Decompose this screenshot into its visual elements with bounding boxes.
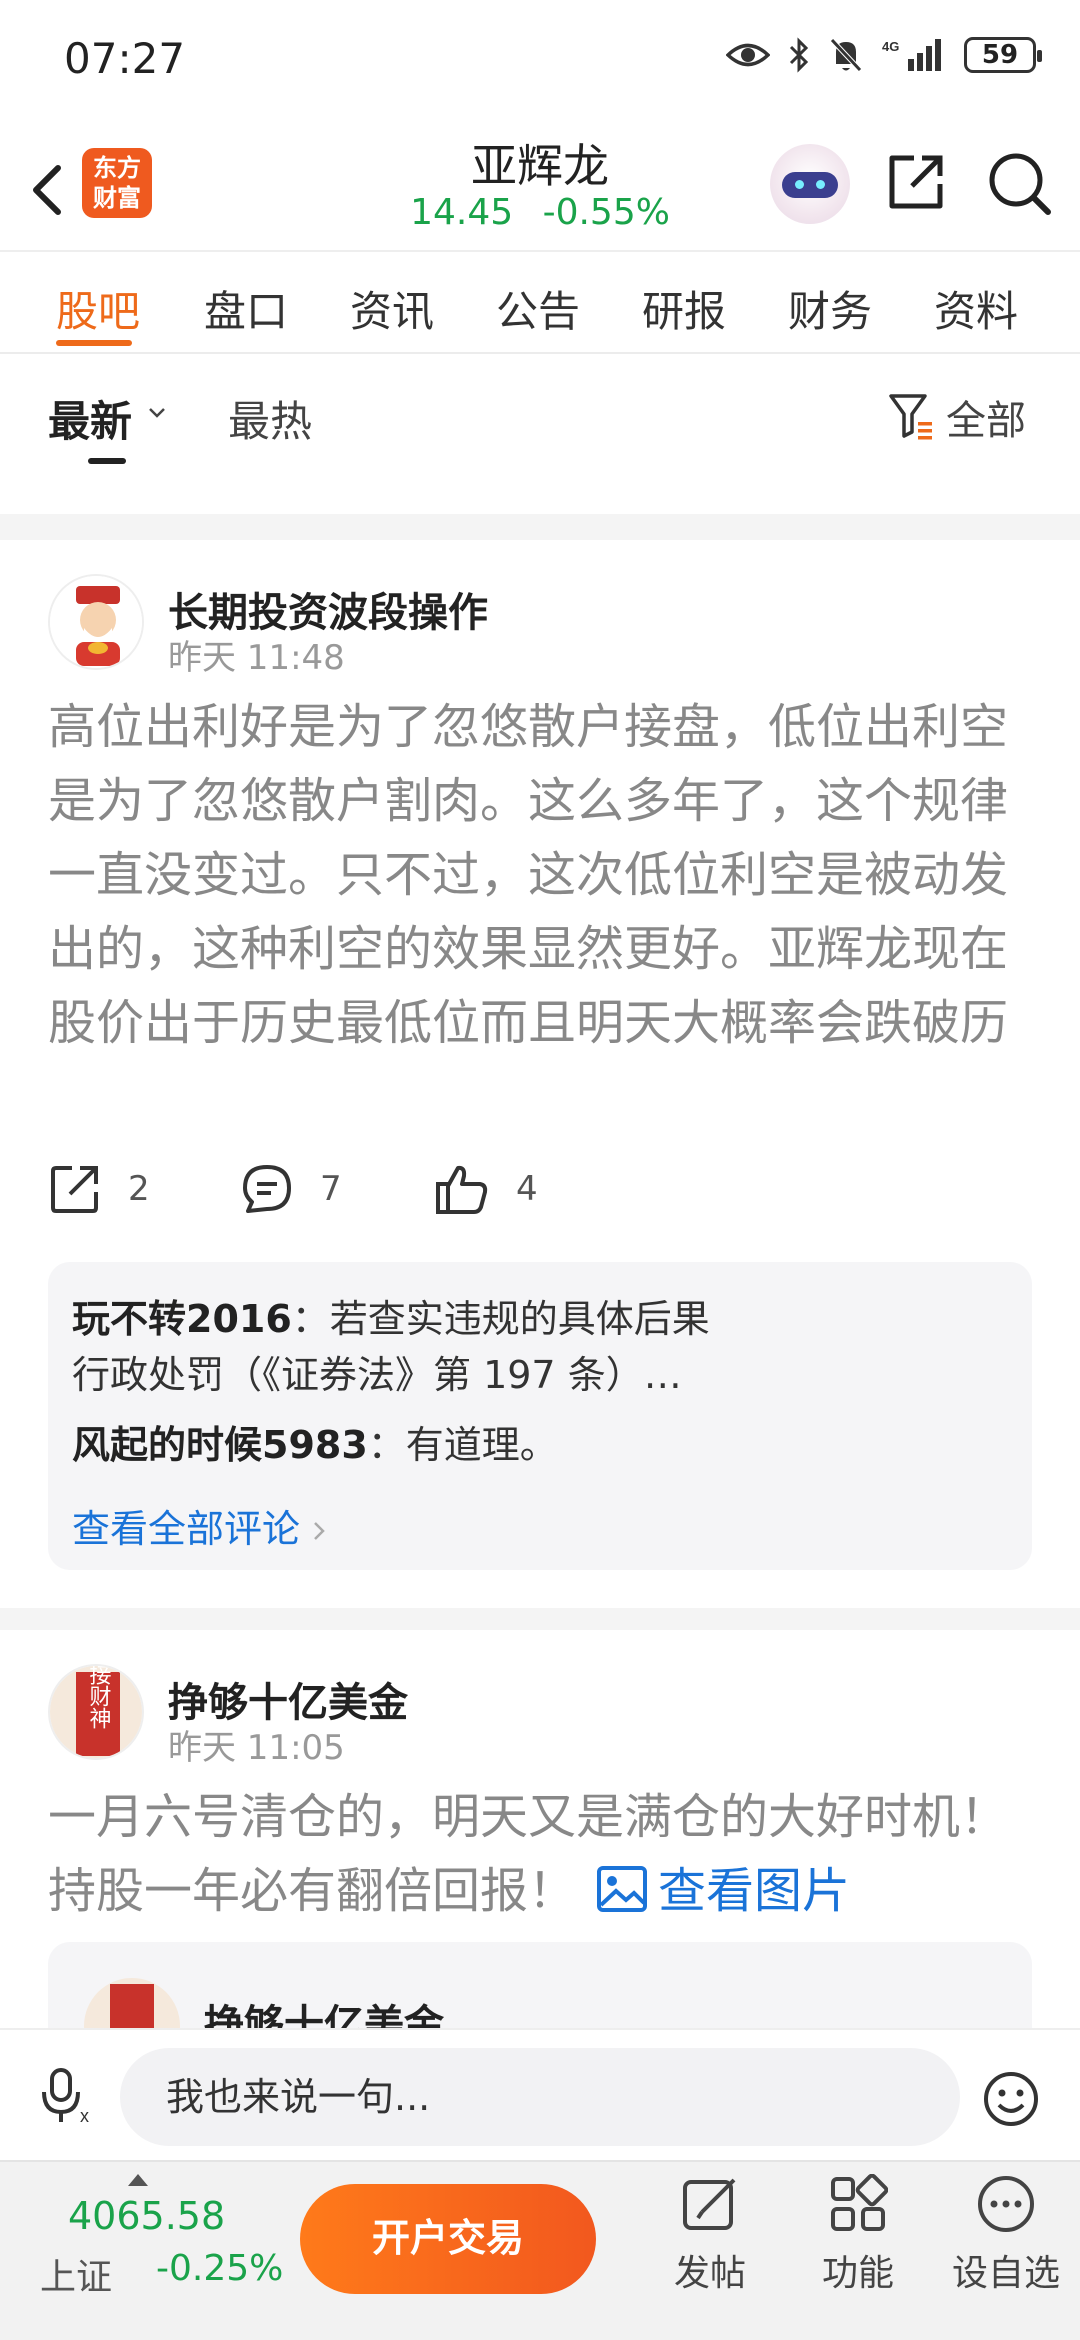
- tab-announcements[interactable]: 公告: [496, 278, 580, 339]
- view-all-comments-label: 查看全部评论: [72, 1507, 301, 1551]
- tab-finance[interactable]: 财务: [788, 278, 872, 339]
- caishen-avatar-icon: [84, 1978, 180, 2030]
- filter-all[interactable]: 全部: [946, 388, 1026, 446]
- thumbs-up-icon: [436, 1165, 488, 1214]
- network-type: 4G: [882, 39, 899, 54]
- tab-pankou[interactable]: 盘口: [204, 278, 288, 339]
- index-value[interactable]: 4065.58: [68, 2194, 225, 2238]
- open-account-trade-button[interactable]: 开户交易: [300, 2184, 596, 2294]
- comment-text: ：若查实违规的具体后果: [291, 1297, 710, 1341]
- comment-input-bar: x 我也来说一句...: [0, 2028, 1080, 2160]
- avatar[interactable]: [84, 1978, 180, 2030]
- status-time: 07:27: [64, 34, 186, 83]
- sort-hot[interactable]: 最热: [228, 388, 312, 449]
- compose-icon: [683, 2178, 736, 2230]
- bell-muted-icon: [830, 38, 862, 72]
- stock-header: 东方财富 亚辉龙 14.45 -0.55%: [0, 130, 1080, 250]
- image-icon: [597, 1866, 648, 1912]
- tab-profile[interactable]: 资料: [934, 278, 1018, 339]
- bluetooth-icon: [789, 37, 809, 73]
- emoji-icon[interactable]: [982, 2070, 1040, 2128]
- share-icon: [51, 1166, 98, 1213]
- like-count: 4: [516, 1169, 538, 1209]
- status-bar: 07:27 4G 59: [0, 0, 1080, 130]
- quoted-author[interactable]: 挣够十亿美金: [204, 1992, 444, 2030]
- comment-author[interactable]: 玩不转2016: [72, 1297, 292, 1341]
- avatar[interactable]: 接财神: [48, 1664, 144, 1760]
- active-tab-indicator: [56, 340, 132, 346]
- search-icon[interactable]: [986, 150, 1052, 216]
- battery-indicator: 59: [964, 37, 1042, 73]
- functions-button[interactable]: 功能: [798, 2174, 918, 2296]
- chevron-right-icon: [314, 1522, 325, 1540]
- caret-up-icon[interactable]: [128, 2174, 148, 2186]
- grid-icon: [831, 2174, 888, 2231]
- app-logo[interactable]: 东方财富: [82, 148, 152, 218]
- comment-text-continued: 行政处罚（《证券法》第 197 条）…: [72, 1353, 682, 1397]
- tab-research[interactable]: 研报: [642, 278, 726, 339]
- ai-assistant-avatar[interactable]: [770, 144, 850, 224]
- view-all-comments-link[interactable]: 查看全部评论: [72, 1498, 326, 1553]
- sort-indicator: [88, 458, 126, 464]
- comment-text: ：有道理。: [367, 1423, 558, 1467]
- share-icon[interactable]: [884, 150, 948, 214]
- view-image-label: 查看图片: [658, 1863, 851, 1919]
- robot-face-icon: [782, 172, 838, 198]
- filter-icon[interactable]: [888, 392, 936, 442]
- stock-name: 亚辉龙: [471, 139, 609, 193]
- stock-price: 14.45: [410, 192, 514, 233]
- comment-author[interactable]: 风起的时候5983: [72, 1423, 368, 1467]
- eye-icon: [726, 43, 770, 67]
- comment-preview[interactable]: 玩不转2016：若查实违规的具体后果 行政处罚（《证券法》第 197 条）… 风…: [48, 1262, 1032, 1570]
- sort-filter-bar: 最新 最热 全部: [0, 354, 1080, 514]
- post-content[interactable]: 一月六号清仓的，明天又是满仓的大好时机！持股一年必有翻倍回报！ 查看图片: [48, 1780, 1038, 1928]
- bottom-bar: 4065.58 上证 -0.25% 开户交易 发帖 功能 设自选: [0, 2160, 1080, 2340]
- comment-input[interactable]: 我也来说一句...: [120, 2048, 960, 2146]
- back-arrow-icon[interactable]: [22, 148, 72, 228]
- post-label: 发帖: [673, 2253, 746, 2294]
- caishen-avatar-icon: 接财神: [50, 1666, 142, 1758]
- signal-icon: 4G: [882, 39, 941, 71]
- share-count: 2: [128, 1169, 150, 1209]
- add-watchlist-button[interactable]: 设自选: [946, 2174, 1066, 2296]
- avatar-calligraphy: 接财神: [86, 1666, 112, 1729]
- post-time: 昨天 11:48: [168, 638, 345, 678]
- index-change[interactable]: -0.25%: [156, 2248, 283, 2289]
- tab-news[interactable]: 资讯: [350, 278, 434, 339]
- post-content[interactable]: 高位出利好是为了忽悠散户接盘，低位出利空是为了忽悠散户割肉。这么多年了，这个规律…: [48, 690, 1038, 1060]
- share-action[interactable]: 2: [48, 1162, 150, 1216]
- comment-action[interactable]: 7: [240, 1162, 342, 1216]
- comment-count: 7: [320, 1169, 342, 1209]
- comment-item[interactable]: 风起的时候5983：有道理。: [72, 1414, 558, 1469]
- function-label: 功能: [821, 2253, 894, 2294]
- post-card[interactable]: 接财神 挣够十亿美金 昨天 11:05 一月六号清仓的，明天又是满仓的大好时机！…: [0, 1630, 1080, 2030]
- stock-change: -0.55%: [542, 192, 670, 233]
- chevron-down-icon[interactable]: [146, 402, 168, 424]
- svg-text:x: x: [80, 2106, 89, 2126]
- stock-quote: 14.45 -0.55%: [340, 192, 740, 233]
- post-card[interactable]: 长期投资波段操作 昨天 11:48 高位出利好是为了忽悠散户接盘，低位出利空是为…: [0, 540, 1080, 1608]
- view-image-link[interactable]: 查看图片: [576, 1863, 850, 1919]
- post-time: 昨天 11:05: [168, 1728, 345, 1768]
- fortune-god-avatar-icon: [50, 576, 142, 668]
- post-actions: 2 7 4: [48, 1162, 748, 1232]
- status-icons: 4G 59: [726, 36, 1042, 74]
- voice-input-icon[interactable]: x: [40, 2066, 98, 2126]
- watchlist-label: 设自选: [951, 2253, 1060, 2294]
- tab-bar: 股吧 盘口 资讯 公告 研报 财务 资料: [0, 250, 1080, 354]
- avatar[interactable]: [48, 574, 144, 670]
- sort-latest[interactable]: 最新: [48, 388, 132, 449]
- comment-icon: [243, 1165, 291, 1213]
- more-dots-icon: [978, 2176, 1034, 2232]
- index-name[interactable]: 上证: [40, 2248, 112, 2300]
- like-action[interactable]: 4: [434, 1162, 538, 1216]
- tab-guba[interactable]: 股吧: [56, 278, 140, 339]
- post-text: 一月六号清仓的，明天又是满仓的大好时机！持股一年必有翻倍回报！: [48, 1789, 1009, 1919]
- comment-item[interactable]: 玩不转2016：若查实违规的具体后果: [72, 1288, 710, 1343]
- post-button[interactable]: 发帖: [650, 2174, 770, 2296]
- quoted-post-card[interactable]: 挣够十亿美金: [48, 1942, 1032, 2030]
